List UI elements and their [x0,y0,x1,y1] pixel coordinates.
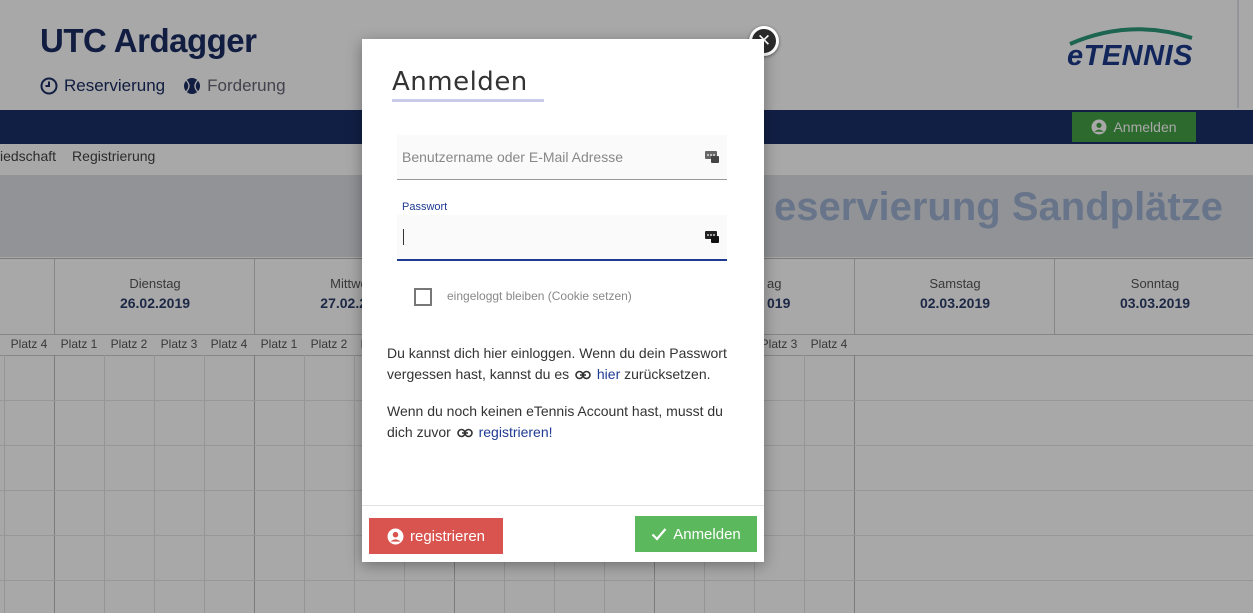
password-reset-info: Du kannst dich hier einloggen. Wenn du d… [387,343,742,385]
modal-footer: registrieren Anmelden [362,505,764,562]
info-text: Wenn du noch keinen eTennis Account hast… [387,403,723,440]
password-field[interactable] [397,215,727,261]
user-circle-icon [387,528,404,544]
remember-checkbox[interactable] [414,288,432,306]
password-manager-icon [705,151,719,163]
remember-label[interactable]: eingeloggt bleiben (Cookie setzen) [447,289,632,303]
password-manager-icon [705,231,719,243]
checkmark-icon [651,528,667,541]
password-label: Passwort [402,201,448,213]
login-button-label: Anmelden [673,525,741,543]
link-icon [575,370,591,380]
register-link[interactable]: registrieren! [479,424,553,440]
info-suffix: zurücksetzen. [624,366,711,382]
login-button[interactable]: Anmelden [635,516,757,552]
username-field[interactable]: Benutzername oder E-Mail Adresse [397,135,727,180]
reset-password-link[interactable]: hier [597,366,620,382]
modal-title: Anmelden [392,67,528,97]
register-button-label: registrieren [409,527,486,545]
register-info: Wenn du noch keinen eTennis Account hast… [387,401,742,443]
link-icon [456,428,473,438]
login-modal: Anmelden Benutzername oder E-Mail Adress… [362,39,764,562]
register-button[interactable]: registrieren [369,518,503,554]
title-underline [392,99,544,102]
text-cursor [403,229,404,245]
username-placeholder: Benutzername oder E-Mail Adresse [402,149,623,165]
